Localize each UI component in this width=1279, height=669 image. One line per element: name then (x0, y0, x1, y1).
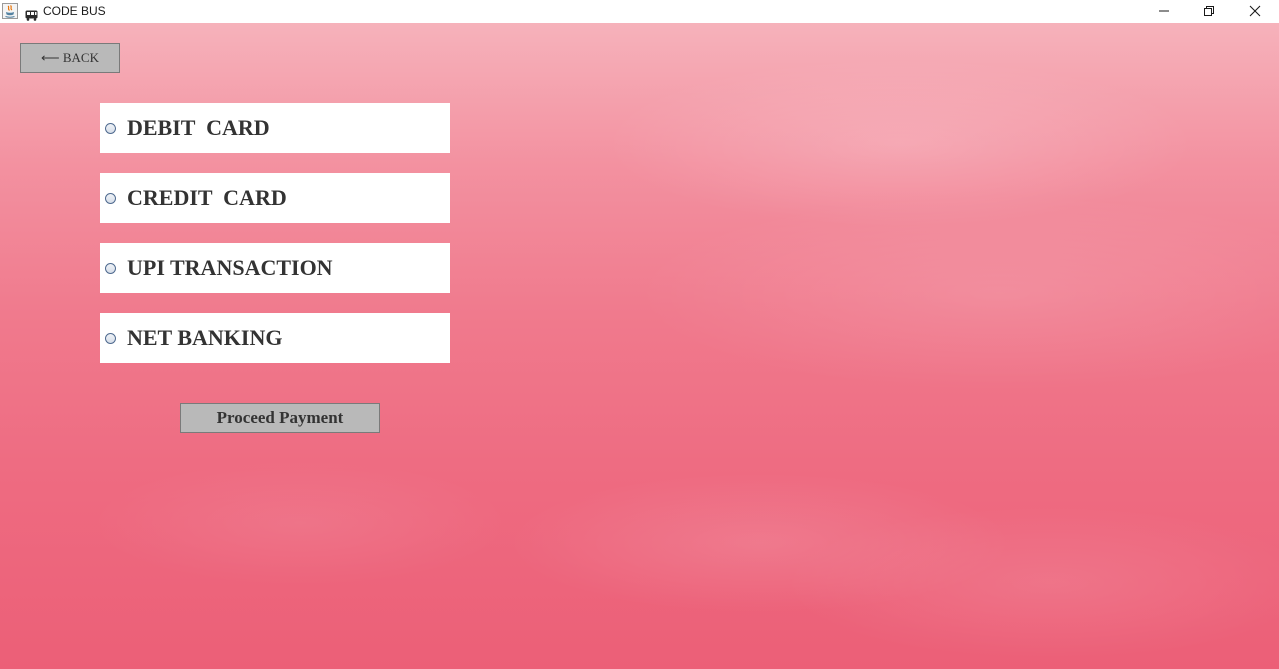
close-icon (1249, 2, 1261, 21)
radio-button[interactable] (105, 333, 116, 344)
title-bar[interactable]: CODE BUS (0, 0, 1279, 23)
radio-button[interactable] (105, 263, 116, 274)
proceed-payment-button[interactable]: Proceed Payment (180, 403, 380, 433)
window-title: CODE BUS (43, 4, 106, 18)
option-upi-transaction[interactable]: UPI TRANSACTION (100, 243, 450, 293)
maximize-button[interactable] (1186, 0, 1232, 23)
close-button[interactable] (1232, 0, 1278, 23)
option-label: NET BANKING (127, 325, 283, 350)
option-label: UPI TRANSACTION (127, 255, 333, 280)
option-debit-card[interactable]: DEBIT CARD (100, 103, 450, 153)
back-button[interactable]: ⟵ BACK (20, 43, 120, 73)
option-credit-card[interactable]: CREDIT CARD (100, 173, 450, 223)
minimize-button[interactable] (1141, 0, 1187, 23)
java-icon (2, 3, 18, 19)
bus-icon (25, 6, 38, 21)
option-net-banking[interactable]: NET BANKING (100, 313, 450, 363)
minimize-icon (1158, 2, 1170, 21)
app-window: CODE BUS ⟵ BACK DEBIT CARD CREDIT CARD U… (0, 0, 1279, 669)
radio-button[interactable] (105, 193, 116, 204)
option-label: DEBIT CARD (127, 115, 270, 140)
radio-button[interactable] (105, 123, 116, 134)
maximize-icon (1203, 2, 1215, 21)
option-label: CREDIT CARD (127, 185, 287, 210)
